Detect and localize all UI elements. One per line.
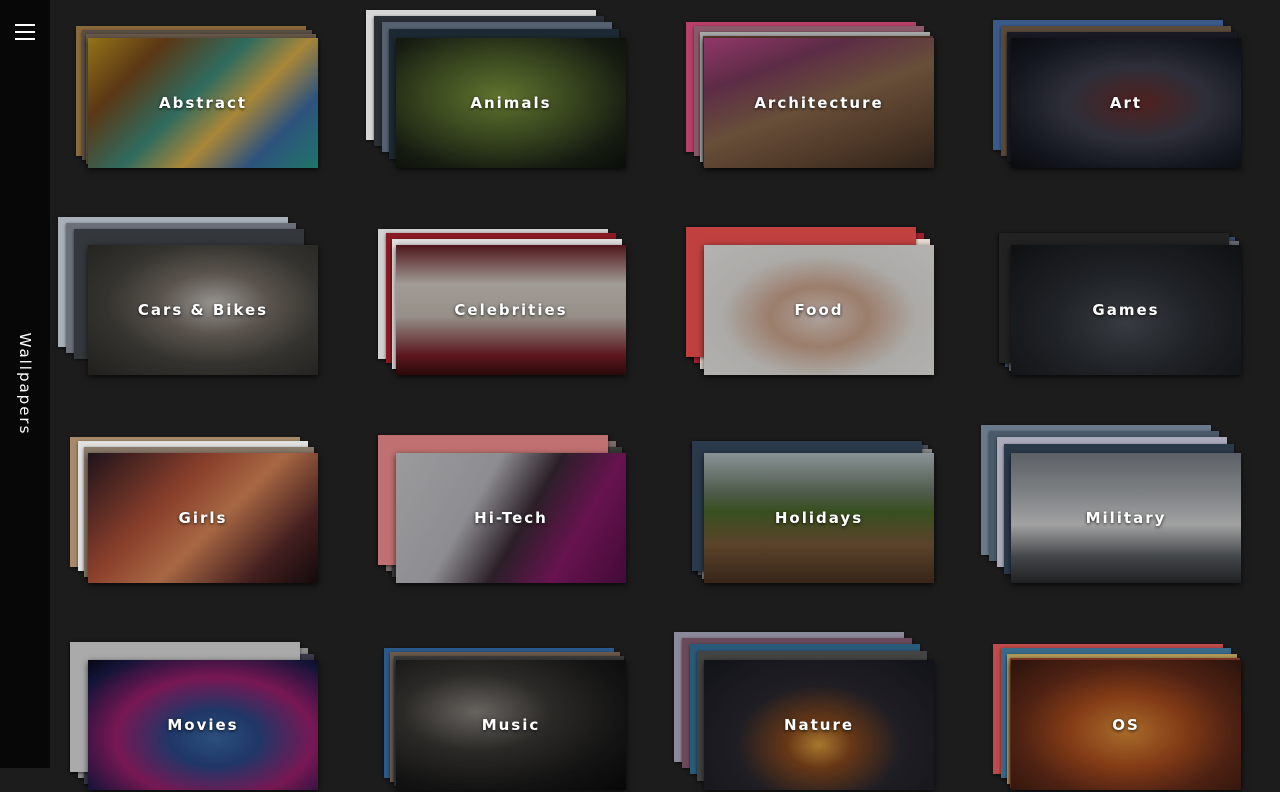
category-label: Nature (783, 716, 855, 734)
category-tile-art[interactable]: Art (983, 10, 1243, 170)
category-label: Music (481, 716, 541, 734)
category-tile-music[interactable]: Music (368, 632, 628, 792)
menu-line (15, 24, 35, 26)
hamburger-menu-icon[interactable] (13, 22, 37, 42)
category-tile-celebrities[interactable]: Celebrities (368, 217, 628, 377)
category-tile-os[interactable]: OS (983, 632, 1243, 792)
sidebar: Wallpapers (0, 0, 50, 768)
category-label: OS (1112, 716, 1140, 734)
category-label: Holidays (774, 509, 864, 527)
category-label: Celebrities (454, 301, 568, 319)
category-label: Girls (178, 509, 228, 527)
category-label: Art (1109, 94, 1143, 112)
category-tile-cars-bikes[interactable]: Cars & Bikes (58, 217, 320, 377)
category-label: Animals (470, 94, 552, 112)
category-label: Movies (167, 716, 239, 734)
sidebar-title: Wallpapers (16, 332, 34, 436)
category-tile-games[interactable]: Games (983, 217, 1243, 377)
category-tile-movies[interactable]: Movies (60, 632, 320, 792)
menu-line (15, 38, 35, 40)
category-tile-military[interactable]: Military (981, 425, 1243, 585)
category-tile-holidays[interactable]: Holidays (676, 425, 936, 585)
category-label: Architecture (754, 94, 884, 112)
menu-line (15, 31, 35, 33)
category-grid: Abstract Animals Architecture Art Cars & Bik… (50, 0, 1280, 790)
category-label: Abstract (158, 94, 248, 112)
category-label: Military (1085, 509, 1167, 527)
category-tile-girls[interactable]: Girls (60, 425, 320, 585)
category-tile-hi-tech[interactable]: Hi-Tech (368, 425, 628, 585)
category-label: Hi-Tech (474, 509, 548, 527)
category-tile-animals[interactable]: Animals (366, 10, 628, 170)
category-tile-architecture[interactable]: Architecture (676, 10, 936, 170)
category-tile-abstract[interactable]: Abstract (60, 10, 320, 170)
category-label: Cars & Bikes (137, 301, 269, 319)
category-tile-nature[interactable]: Nature (674, 632, 936, 792)
category-label: Games (1092, 301, 1160, 319)
category-label: Food (794, 301, 844, 319)
category-tile-food[interactable]: Food (676, 217, 936, 377)
